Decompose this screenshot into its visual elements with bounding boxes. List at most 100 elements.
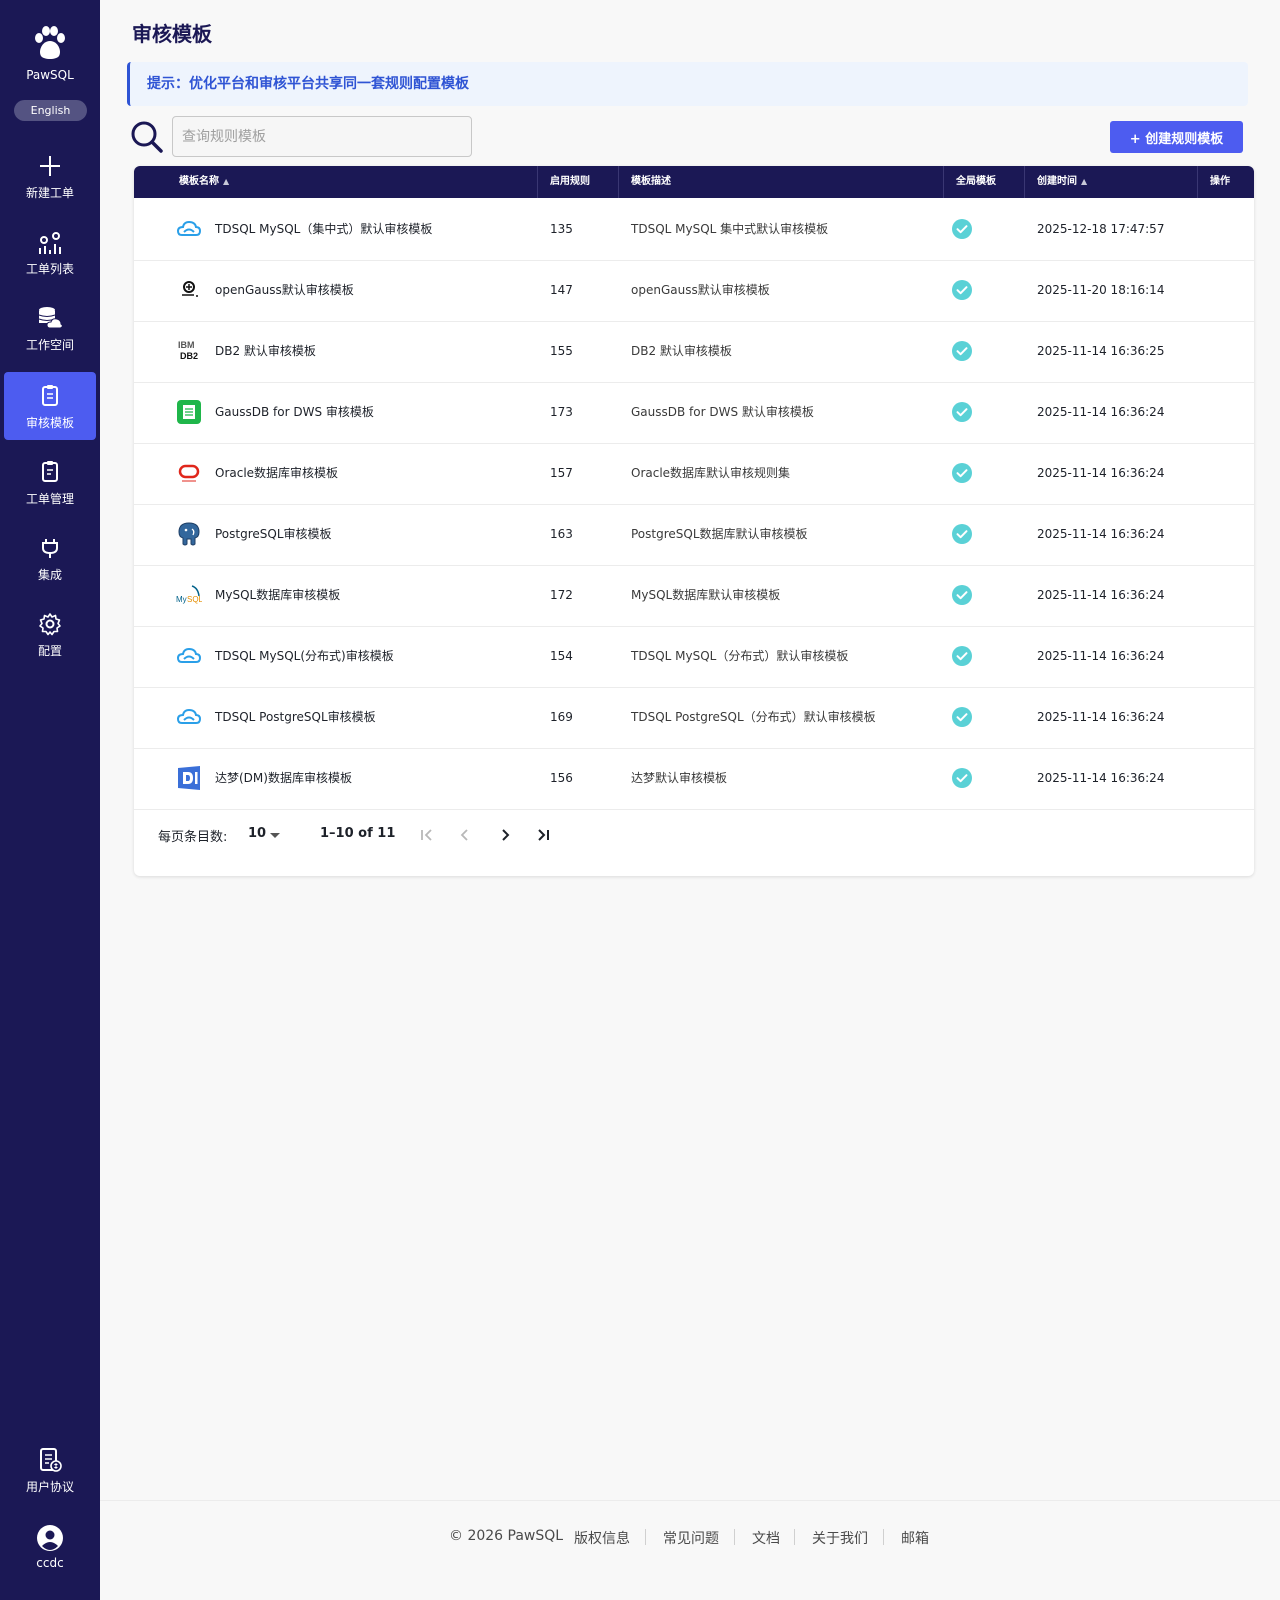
footer-link-about[interactable]: 关于我们 bbox=[812, 1528, 868, 1548]
svg-text:SQL: SQL bbox=[187, 595, 202, 604]
cell-template-name[interactable]: 达梦(DM)数据库审核模板 bbox=[215, 747, 352, 809]
gaussdb-dws-icon bbox=[176, 399, 202, 425]
table-row[interactable]: Oracle数据库审核模板 157 Oracle数据库默认审核规则集 2025-11-… bbox=[134, 442, 1254, 505]
info-tip: 提示：优化平台和审核平台共享同一套规则配置模板 bbox=[127, 62, 1248, 106]
list-analytics-icon bbox=[39, 232, 61, 254]
nav-ticket-list[interactable]: 工单列表 bbox=[4, 218, 96, 286]
nav-ticket-management[interactable]: 工单管理 bbox=[4, 448, 96, 516]
global-check-icon bbox=[952, 280, 972, 300]
next-page-icon[interactable] bbox=[494, 824, 516, 846]
cell-enabled-rules: 156 bbox=[550, 771, 573, 785]
table-row[interactable]: TDSQL PostgreSQL审核模板 169 TDSQL PostgreSQL（… bbox=[134, 686, 1254, 749]
nav-audit-template[interactable]: 审核模板 bbox=[4, 372, 96, 440]
cell-template-name[interactable]: TDSQL MySQL（集中式）默认审核模板 bbox=[215, 198, 432, 260]
cell-created-time: 2025-11-14 16:36:24 bbox=[1037, 649, 1165, 663]
cell-description: TDSQL PostgreSQL（分布式）默认审核模板 bbox=[631, 710, 876, 724]
svg-text:My: My bbox=[176, 595, 187, 604]
sort-asc-icon[interactable]: ▲ bbox=[223, 177, 229, 186]
cell-created-time: 2025-11-14 16:36:24 bbox=[1037, 527, 1165, 541]
footer-link-copyright-info[interactable]: 版权信息 bbox=[574, 1528, 630, 1548]
footer-link-email[interactable]: 邮箱 bbox=[901, 1528, 929, 1548]
cell-template-name[interactable]: GaussDB for DWS 审核模板 bbox=[215, 381, 374, 443]
col-header-created[interactable]: 创建时间 ▲ bbox=[1037, 166, 1087, 198]
nav-label: 新建工单 bbox=[25, 186, 74, 200]
sort-asc-icon[interactable]: ▲ bbox=[1081, 177, 1087, 186]
table-row[interactable]: GaussDB for DWS 审核模板 173 GaussDB for DWS 默… bbox=[134, 381, 1254, 444]
nav-new-ticket[interactable]: 新建工单 bbox=[4, 142, 96, 210]
cell-template-name[interactable]: MySQL数据库审核模板 bbox=[215, 564, 340, 626]
col-header-rules[interactable]: 启用规则 bbox=[550, 166, 590, 198]
table-row[interactable]: 达梦(DM)数据库审核模板 156 达梦默认审核模板 2025-11-14 16:36… bbox=[134, 747, 1254, 810]
page-range: 1–10 of 11 bbox=[320, 826, 396, 841]
cell-template-name[interactable]: DB2 默认审核模板 bbox=[215, 320, 316, 382]
global-check-icon bbox=[952, 707, 972, 727]
cell-enabled-rules: 173 bbox=[550, 405, 573, 419]
nav-user-agreement[interactable]: 用户协议 bbox=[4, 1436, 96, 1504]
cell-template-name[interactable]: TDSQL MySQL(分布式)审核模板 bbox=[215, 625, 394, 687]
cell-template-name[interactable]: TDSQL PostgreSQL审核模板 bbox=[215, 686, 376, 748]
template-search-input[interactable] bbox=[172, 116, 472, 157]
brand[interactable]: PawSQL bbox=[0, 24, 100, 82]
nav-label: 工单列表 bbox=[25, 262, 74, 276]
cell-description: 达梦默认审核模板 bbox=[631, 771, 728, 785]
cell-enabled-rules: 135 bbox=[550, 222, 573, 236]
table-header: 模板名称 ▲ 启用规则 模板描述 全局模板 创建时间 ▲ 操作 bbox=[134, 166, 1254, 198]
database-cloud-icon bbox=[38, 307, 63, 329]
cell-template-name[interactable]: Oracle数据库审核模板 bbox=[215, 442, 338, 504]
footer-link-docs[interactable]: 文档 bbox=[752, 1528, 780, 1548]
mysql-dolphin-icon: My SQL bbox=[176, 582, 204, 608]
footer: © 2026 PawSQL 版权信息 常见问题 文档 关于我们 邮箱 bbox=[100, 1500, 1280, 1600]
first-page-icon[interactable] bbox=[416, 824, 438, 846]
last-page-icon[interactable] bbox=[532, 824, 554, 846]
main-content: 审核模板 提示：优化平台和审核平台共享同一套规则配置模板 + 创建规则模板 模板… bbox=[100, 0, 1280, 1600]
table-row[interactable]: TDSQL MySQL（集中式）默认审核模板 135 TDSQL MySQL 集中式… bbox=[134, 198, 1254, 261]
table-row[interactable]: openGauss默认审核模板 147 openGauss默认审核模板 2025-11… bbox=[134, 259, 1254, 322]
cell-description: PostgreSQL数据库默认审核模板 bbox=[631, 527, 808, 541]
col-header-name[interactable]: 模板名称 ▲ bbox=[179, 166, 229, 198]
cell-description: DB2 默认审核模板 bbox=[631, 344, 732, 358]
per-page-select[interactable]: 10 bbox=[248, 826, 266, 841]
agreement-icon bbox=[40, 1448, 62, 1472]
table-row[interactable]: PostgreSQL审核模板 163 PostgreSQL数据库默认审核模板 2025… bbox=[134, 503, 1254, 566]
create-template-button[interactable]: + 创建规则模板 bbox=[1110, 121, 1243, 153]
cell-created-time: 2025-11-14 16:36:24 bbox=[1037, 588, 1165, 602]
global-check-icon bbox=[952, 585, 972, 605]
cell-enabled-rules: 163 bbox=[550, 527, 573, 541]
global-check-icon bbox=[952, 646, 972, 666]
clipboard-manage-icon bbox=[42, 461, 58, 482]
col-header-description[interactable]: 模板描述 bbox=[631, 166, 671, 198]
tdsql-cloud-icon bbox=[176, 643, 202, 669]
prev-page-icon[interactable] bbox=[454, 824, 476, 846]
cell-enabled-rules: 157 bbox=[550, 466, 573, 480]
user-profile[interactable]: ccdc bbox=[4, 1514, 96, 1582]
nav-settings[interactable]: 配置 bbox=[4, 600, 96, 668]
cell-template-name[interactable]: PostgreSQL审核模板 bbox=[215, 503, 332, 565]
global-check-icon bbox=[952, 219, 972, 239]
language-toggle-button[interactable]: English bbox=[14, 100, 87, 121]
cell-enabled-rules: 155 bbox=[550, 344, 573, 358]
sidebar: PawSQL English 新建工单 工单列表 工作空间 审核模板 工单管理 … bbox=[0, 0, 100, 1600]
nav-workspace[interactable]: 工作空间 bbox=[4, 294, 96, 362]
cell-description: openGauss默认审核模板 bbox=[631, 283, 770, 297]
table-row[interactable]: IBM DB2 DB2 默认审核模板 155 DB2 默认审核模板 2025-11-14 … bbox=[134, 320, 1254, 383]
cell-template-name[interactable]: openGauss默认审核模板 bbox=[215, 259, 354, 321]
search-icon[interactable] bbox=[130, 120, 164, 154]
table-row[interactable]: TDSQL MySQL(分布式)审核模板 154 TDSQL MySQL（分布式）默… bbox=[134, 625, 1254, 688]
col-header-global[interactable]: 全局模板 bbox=[956, 166, 996, 198]
plus-icon bbox=[40, 156, 60, 176]
cell-description: TDSQL MySQL（分布式）默认审核模板 bbox=[631, 649, 849, 663]
footer-link-faq[interactable]: 常见问题 bbox=[663, 1528, 719, 1548]
global-check-icon bbox=[952, 402, 972, 422]
page-title: 审核模板 bbox=[132, 22, 212, 46]
cell-description: MySQL数据库默认审核模板 bbox=[631, 588, 781, 602]
cell-enabled-rules: 154 bbox=[550, 649, 573, 663]
per-page-label: 每页条目数: bbox=[158, 830, 228, 845]
cell-created-time: 2025-11-14 16:36:24 bbox=[1037, 405, 1165, 419]
table-row[interactable]: My SQL MySQL数据库审核模板 172 MySQL数据库默认审核模板 2025-1… bbox=[134, 564, 1254, 627]
nav-integration[interactable]: 集成 bbox=[4, 524, 96, 592]
svg-text:DB2: DB2 bbox=[180, 351, 198, 361]
username: ccdc bbox=[36, 1556, 64, 1570]
global-check-icon bbox=[952, 524, 972, 544]
chevron-down-icon[interactable] bbox=[270, 833, 280, 838]
global-check-icon bbox=[952, 768, 972, 788]
